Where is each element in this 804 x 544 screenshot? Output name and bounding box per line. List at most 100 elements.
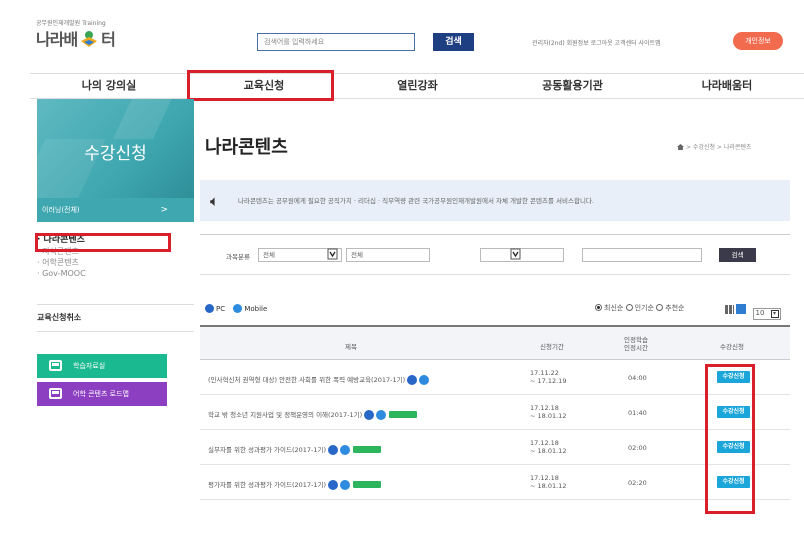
sort-recommended-label[interactable]: 추천순 <box>665 304 684 312</box>
monitor-icon <box>49 360 62 371</box>
filter-label: 과목분류 <box>226 253 250 261</box>
highlight-nav-box <box>187 70 334 101</box>
search-button[interactable]: 검색 <box>433 33 474 51</box>
sidebar-item-gov-mooc[interactable]: · Gov-MOOC <box>37 268 86 279</box>
search-type-select[interactable] <box>480 248 564 262</box>
learning-materials-button[interactable]: 학습자료실 <box>37 354 167 378</box>
study-time: 02:00 <box>628 444 647 452</box>
nav-open-lectures[interactable]: 열린강좌 <box>340 74 495 98</box>
course-title[interactable]: 평가자를 위한 성과평가 가이드(2017-1기) <box>208 479 382 490</box>
keyword-input[interactable] <box>582 248 702 262</box>
platform-mobile-label: Mobile <box>244 305 268 313</box>
apply-period: 17.11.22 ~ 17.12.19 <box>530 369 566 385</box>
filter-search-button[interactable]: 검색 <box>719 248 756 262</box>
category-filter-select[interactable]: 전체 <box>258 248 342 262</box>
notice-text: 나라콘텐츠는 공무원에게 필요한 공직가치 · 리더십 · 직무역량 관련 국가… <box>238 197 594 205</box>
subcategory-filter-value: 전체 <box>351 251 363 259</box>
table-row: 평가자를 위한 성과평가 가이드(2017-1기) 17.12.18 ~ 18.0… <box>200 465 790 500</box>
course-title-text[interactable]: (인사혁신처 권역형 대상) 안전한 사회를 위한 폭력 예방교육(2017-1… <box>208 376 405 384</box>
mobile-icon <box>340 480 351 490</box>
course-title-text[interactable]: 평가자를 위한 성과평가 가이드(2017-1기) <box>208 481 326 489</box>
platform-legend: PC Mobile <box>205 304 267 313</box>
divider <box>37 304 194 305</box>
logo-text-right: 터 <box>101 30 116 49</box>
pc-icon <box>407 375 418 385</box>
course-table: 제목 신청기간 인정학습 인정시간 수강신청 (인사혁신처 권역형 대상) 안전한… <box>200 325 790 500</box>
language-roadmap-label: 어학 콘텐츠 로드맵 <box>73 390 129 398</box>
language-roadmap-button[interactable]: 어학 콘텐츠 로드맵 <box>37 382 167 406</box>
sidebar-item-cancel-application[interactable]: 교육신청취소 <box>37 312 81 323</box>
sort-popular-radio[interactable] <box>625 304 633 311</box>
nav-shared-institutions[interactable]: 공동활용기관 <box>495 74 650 98</box>
chevron-down-icon: ▾ <box>770 310 779 318</box>
personal-info-button[interactable]: 개인정보 <box>733 32 783 50</box>
top-links[interactable]: 관리자(2nd) 회원정보 로그아웃 고객센터 사이트맵 <box>532 38 661 47</box>
sort-latest-radio[interactable] <box>595 304 602 311</box>
home-icon[interactable] <box>677 144 684 150</box>
category-select-label: 이러닝(전체) <box>42 206 80 214</box>
logo-mark-icon <box>81 31 98 47</box>
period-end: ~ 17.12.19 <box>530 377 567 385</box>
page-title: 나라콘텐츠 <box>205 137 288 158</box>
course-title[interactable]: 실무자를 위한 성과평가 가이드(2017-1기) <box>208 444 382 455</box>
course-title[interactable]: 학교 밖 청소년 지원사업 및 정책운영의 이해(2017-1기) <box>208 409 418 420</box>
view-controls: 10 ▾ <box>725 302 781 320</box>
category-select[interactable]: 이러닝(전체) > <box>37 198 194 222</box>
top-bar: 공무원인재개발원 Training 나라배 터 검색어를 입력하세요 검색 관리자… <box>0 0 804 60</box>
sidebar-item-language-contents[interactable]: · 어학콘텐츠 <box>37 257 86 268</box>
apply-period: 17.12.18 ~ 18.01.12 <box>530 404 566 420</box>
table-row: 학교 밖 청소년 지원사업 및 정책운영의 이해(2017-1기) 17.12.… <box>200 395 790 430</box>
new-badge <box>353 446 382 453</box>
page-size-value: 10 <box>755 309 765 317</box>
sort-recommended-radio[interactable] <box>656 304 664 311</box>
search-input[interactable]: 검색어를 입력하세요 <box>257 33 415 51</box>
col-period: 신청기간 <box>540 343 564 351</box>
period-start: 17.12.18 <box>530 404 559 412</box>
table-row: 실무자를 위한 성과평가 가이드(2017-1기) 17.12.18 ~ 18.0… <box>200 430 790 465</box>
learning-materials-label: 학습자료실 <box>73 362 106 370</box>
table-header: 제목 신청기간 인정학습 인정시간 수강신청 <box>200 325 790 360</box>
subcategory-filter-select[interactable]: 전체 <box>346 248 430 262</box>
left-sidebar: 수강신청 이러닝(전체) > · 나라콘텐츠 · 지식콘텐츠 · 어학콘텐츠 ·… <box>30 99 194 519</box>
col-time-l2: 인정시간 <box>624 344 648 352</box>
pc-icon <box>328 480 339 490</box>
divider <box>37 331 194 332</box>
mobile-icon <box>376 410 387 420</box>
col-apply: 수강신청 <box>720 343 744 351</box>
course-title-text[interactable]: 학교 밖 청소년 지원사업 및 정책운영의 이해(2017-1기) <box>208 411 362 419</box>
list-view-icon[interactable] <box>736 304 746 314</box>
banner-decor-shape <box>113 99 181 139</box>
breadcrumb-text[interactable]: > 수강신청 > 나라콘텐츠 <box>686 144 751 151</box>
study-time: 04:00 <box>628 374 647 382</box>
study-time: 02:20 <box>628 479 647 487</box>
apply-period: 17.12.18 ~ 18.01.12 <box>530 439 566 455</box>
period-end: ~ 18.01.12 <box>530 412 567 420</box>
table-row: (인사혁신처 권역형 대상) 안전한 사회를 위한 폭력 예방교육(2017-1… <box>200 360 790 395</box>
highlight-sidebar-box <box>35 233 171 252</box>
nav-nara-baeumteo[interactable]: 나라배움터 <box>650 74 804 98</box>
sort-options: 최신순 인기순 추천순 <box>595 303 684 313</box>
course-title[interactable]: (인사혁신처 권역형 대상) 안전한 사회를 위한 폭력 예방교육(2017-1… <box>208 374 430 385</box>
sort-popular-label[interactable]: 인기순 <box>635 304 654 312</box>
notice-box: 🔈︎ 나라콘텐츠는 공무원에게 필요한 공직가치 · 리더십 · 직무역량 관련… <box>200 180 790 221</box>
page-size-select[interactable]: 10 ▾ <box>752 308 781 320</box>
sidebar-banner: 수강신청 <box>37 99 194 198</box>
course-title-text[interactable]: 실무자를 위한 성과평가 가이드(2017-1기) <box>208 446 326 454</box>
site-logo[interactable]: 나라배 터 <box>36 26 116 50</box>
platform-pc-label: PC <box>216 305 226 313</box>
period-start: 17.12.18 <box>530 474 559 482</box>
sidebar-banner-title: 수강신청 <box>84 144 147 164</box>
highlight-apply-column-box <box>705 364 755 514</box>
period-start: 17.12.18 <box>530 439 559 447</box>
new-badge <box>353 481 382 488</box>
period-end: ~ 18.01.12 <box>530 482 567 490</box>
mobile-icon <box>419 375 430 385</box>
monitor-icon <box>49 388 62 399</box>
grid-view-icon[interactable] <box>725 305 734 314</box>
nav-my-classroom[interactable]: 나의 강의실 <box>30 74 188 98</box>
chevron-right-icon: > <box>160 205 168 215</box>
pc-icon <box>205 304 214 313</box>
logo-text-left: 나라배 <box>36 30 78 49</box>
sort-latest-label[interactable]: 최신순 <box>604 304 623 312</box>
col-time-l1: 인정학습 <box>624 336 648 344</box>
